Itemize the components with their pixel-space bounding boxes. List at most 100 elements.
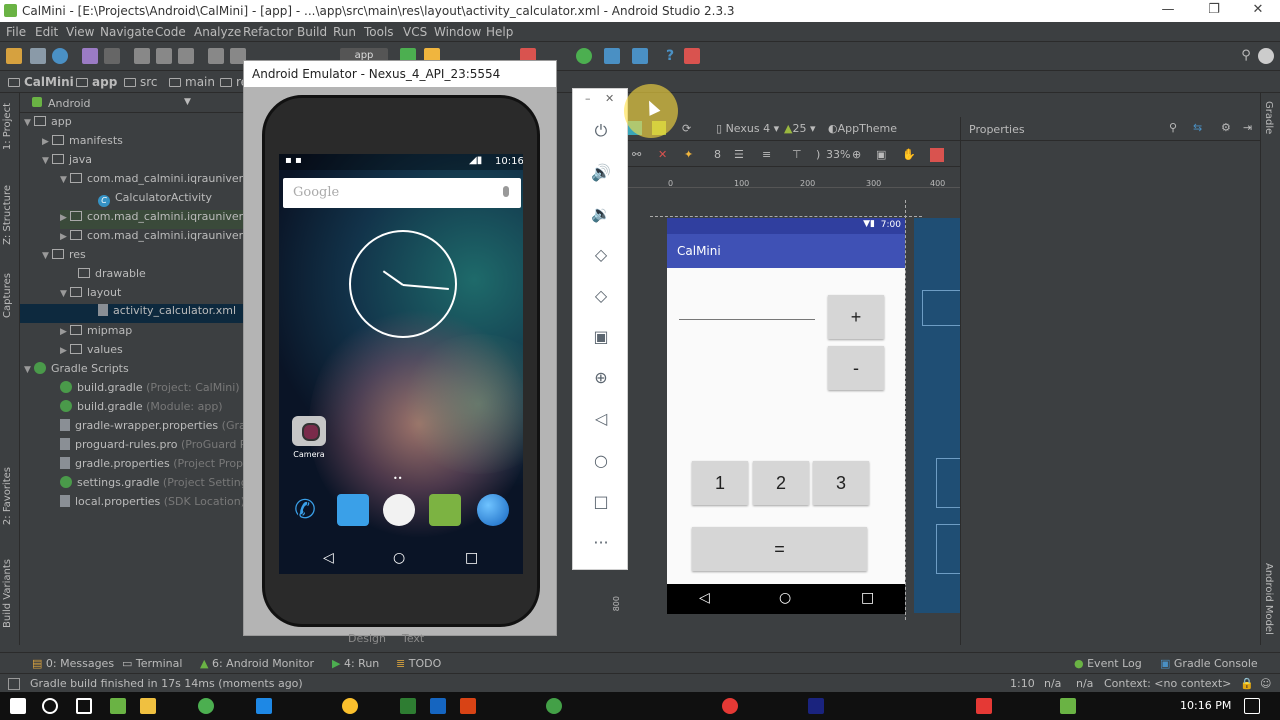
undo-icon[interactable]	[82, 48, 98, 64]
gradle-console-tool-button[interactable]: ▣ Gradle Console	[1160, 657, 1258, 670]
inspector-icon[interactable]: ☺	[1260, 677, 1271, 690]
windows-start-icon[interactable]	[10, 698, 26, 714]
swap-view-icon[interactable]: ⇆	[1193, 121, 1202, 134]
android-monitor-tool-button[interactable]: ▲ 6: Android Monitor	[200, 657, 314, 670]
tab-favorites[interactable]: 2: Favorites	[2, 467, 13, 525]
menu-code[interactable]: Code	[155, 25, 186, 39]
orientation-icon[interactable]: ⟳	[682, 122, 691, 135]
tree-item[interactable]: ▼ java	[42, 153, 92, 172]
back-icon[interactable]: ◁	[591, 409, 611, 429]
back-icon[interactable]: ◁	[323, 550, 334, 566]
tree-item[interactable]: build.gradle (Project: CalMini)	[60, 381, 240, 400]
tab-android-model[interactable]: Android Model	[1263, 563, 1274, 635]
messaging-icon[interactable]	[429, 494, 461, 526]
volume-up-icon[interactable]: 🔊	[591, 163, 611, 183]
chevron-down-icon[interactable]: ▼	[184, 97, 191, 107]
tree-item[interactable]: ▶ com.mad_calmini.iqrauniversity	[60, 210, 263, 229]
taskbar-app-icon[interactable]	[110, 698, 126, 714]
tab-gradle[interactable]: Gradle	[1263, 101, 1274, 134]
tree-item[interactable]: ▼ layout	[60, 286, 121, 305]
preview-edit-text[interactable]	[679, 318, 815, 320]
google-search-bar[interactable]: Google	[283, 178, 521, 208]
filezilla-icon[interactable]	[976, 698, 992, 714]
emulator-window[interactable]: Android Emulator - Nexus_4_API_23:5554 ▪…	[243, 60, 557, 636]
terminal-tool-button[interactable]: ▭ Terminal	[122, 657, 182, 670]
pan-icon[interactable]: ✋	[902, 148, 916, 161]
emulator-close-button[interactable]: ✕	[605, 92, 614, 105]
tree-item[interactable]: ▼ app	[24, 115, 72, 134]
redo-icon[interactable]	[104, 48, 120, 64]
menu-navigate[interactable]: Navigate	[100, 25, 154, 39]
tree-item-selected[interactable]: activity_calculator.xml	[20, 304, 244, 323]
event-log-tool-button[interactable]: ● Event Log	[1074, 657, 1142, 670]
hide-icon[interactable]: ⇥	[1243, 121, 1252, 134]
tree-item[interactable]: drawable	[78, 267, 146, 286]
menu-file[interactable]: File	[6, 25, 26, 39]
api-selector[interactable]: ▲25 ▾	[784, 122, 816, 135]
breadcrumb-main[interactable]: main	[169, 75, 215, 89]
messages-tool-button[interactable]: ▤ 0: Messages	[32, 657, 114, 670]
maximize-button[interactable]: ❐	[1194, 2, 1234, 20]
infer-constraints-icon[interactable]: ✦	[684, 148, 693, 161]
save-icon[interactable]	[30, 48, 46, 64]
help-icon[interactable]: ?	[662, 48, 678, 64]
home-icon[interactable]: ○	[393, 550, 405, 566]
search-everywhere-icon[interactable]: ⚲	[1238, 48, 1254, 64]
screenshot-icon[interactable]: ▣	[591, 327, 611, 347]
menu-run[interactable]: Run	[333, 25, 356, 39]
minimize-button[interactable]: —	[1148, 2, 1188, 20]
camera-app[interactable]: Camera	[289, 416, 329, 459]
menu-analyze[interactable]: Analyze	[194, 25, 241, 39]
tree-item[interactable]: ▼ com.mad_calmini.iqrauniversity	[60, 172, 263, 191]
line-separator[interactable]: n/a	[1044, 677, 1061, 690]
caret-position[interactable]: 1:10	[1010, 677, 1035, 690]
sync-gradle-icon[interactable]	[576, 48, 592, 64]
tree-item[interactable]: proguard-rules.pro (ProGuard Ru	[60, 438, 254, 457]
tree-item[interactable]: build.gradle (Module: app)	[60, 400, 223, 419]
tab-project[interactable]: 1: Project	[2, 103, 13, 150]
edge-icon[interactable]	[256, 698, 272, 714]
app-drawer-icon[interactable]	[383, 494, 415, 526]
notifications-icon[interactable]	[1244, 698, 1260, 714]
sync-icon[interactable]	[52, 48, 68, 64]
tree-item[interactable]: settings.gradle (Project Settings)	[60, 476, 258, 495]
menu-tools[interactable]: Tools	[364, 25, 394, 39]
zoom-in-icon[interactable]: ⊕	[852, 148, 861, 161]
mic-icon[interactable]	[503, 186, 509, 197]
home-icon[interactable]: ○	[591, 451, 611, 471]
tab-text[interactable]: Text	[402, 632, 424, 645]
overview-icon[interactable]: □	[591, 492, 611, 512]
copy-icon[interactable]	[156, 48, 172, 64]
toggle-tool-windows-icon[interactable]	[8, 678, 20, 690]
preview-equals-button[interactable]: =	[692, 527, 867, 571]
gear-icon[interactable]: ⚙	[1221, 121, 1231, 134]
device-selector[interactable]: ▯ Nexus 4 ▾	[716, 122, 779, 135]
contacts-icon[interactable]	[337, 494, 369, 526]
cortana-icon[interactable]	[42, 698, 58, 714]
align-icon[interactable]: ≡	[762, 148, 771, 161]
context-indicator[interactable]: Context: <no context>	[1104, 677, 1231, 690]
taskbar-clock[interactable]: 10:16 PM	[1180, 699, 1231, 712]
menu-vcs[interactable]: VCS	[403, 25, 427, 39]
tree-item[interactable]: ▼ Gradle Scripts	[24, 362, 129, 381]
menu-view[interactable]: View	[66, 25, 94, 39]
rotate-left-icon[interactable]: ◇	[591, 245, 611, 265]
close-button[interactable]: ✕	[1238, 2, 1278, 20]
tab-build-variants[interactable]: Build Variants	[2, 559, 13, 628]
volume-down-icon[interactable]: 🔉	[591, 204, 611, 224]
zoom-icon[interactable]: ⊕	[591, 368, 611, 388]
zoom-out-icon[interactable]: )	[816, 148, 820, 161]
run-tool-button[interactable]: ▶ 4: Run	[332, 657, 379, 670]
user-avatar-icon[interactable]	[1258, 48, 1274, 64]
chrome-icon[interactable]	[342, 698, 358, 714]
breadcrumb-src[interactable]: src	[124, 75, 158, 89]
preview-plus-button[interactable]: +	[828, 295, 884, 339]
pack-icon[interactable]: ☰	[734, 148, 744, 161]
analog-clock-widget[interactable]	[349, 230, 457, 338]
lock-icon[interactable]: 🔒	[1240, 677, 1254, 690]
menu-window[interactable]: Window	[434, 25, 481, 39]
tab-design[interactable]: Design	[348, 632, 386, 645]
phone-screen[interactable]: ▪ ▪ ◢▮ 10:16 Google Camera •• ✆ ◁ ○ □	[279, 154, 523, 574]
todo-tool-button[interactable]: ≣ TODO	[396, 657, 441, 670]
tree-item[interactable]: ▶ values	[60, 343, 123, 362]
